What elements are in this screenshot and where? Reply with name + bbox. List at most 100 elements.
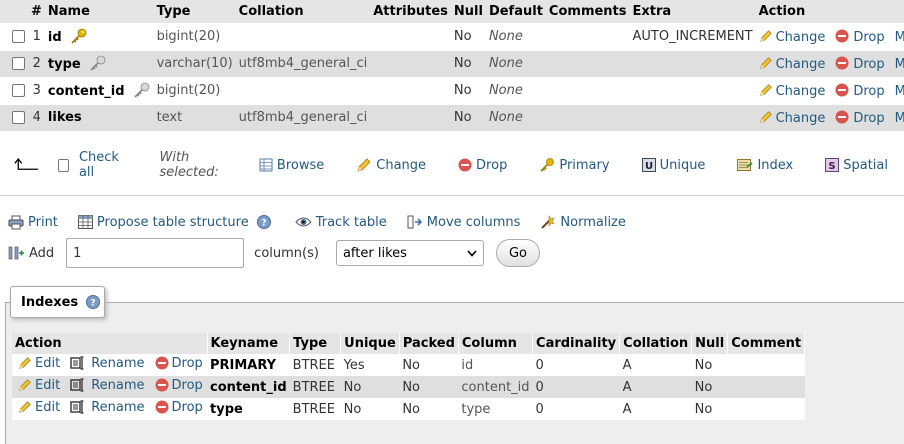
idx-header-comment: Comment: [727, 333, 806, 354]
svg-text:?: ?: [261, 219, 266, 229]
bulk-change-button[interactable]: Change: [356, 157, 426, 173]
idx-header-collation: Collation: [619, 333, 693, 354]
indexes-header-row: Action Keyname Type Unique Packed Column…: [12, 333, 806, 354]
more-button[interactable]: More: [895, 30, 904, 45]
more-button[interactable]: More: [895, 111, 904, 126]
header-default[interactable]: Default: [485, 0, 546, 24]
bulk-spatial-button[interactable]: S Spatial: [825, 158, 888, 173]
index-rename-button[interactable]: Rename: [70, 378, 145, 393]
drop-button[interactable]: Drop: [835, 110, 885, 126]
structure-table: # Name Type Collation Attributes Null De…: [0, 0, 904, 131]
column-position-select[interactable]: after likes: [335, 240, 484, 266]
drop-icon: [835, 29, 849, 42]
column-name: content_id: [47, 84, 125, 99]
change-button[interactable]: Change: [759, 30, 825, 45]
header-extra[interactable]: Extra: [629, 0, 756, 24]
change-button[interactable]: Change: [759, 111, 825, 126]
bulk-index-button[interactable]: Index: [737, 158, 793, 173]
column-type: text: [153, 103, 236, 131]
svg-text:?: ?: [91, 299, 96, 309]
change-button[interactable]: Change: [759, 57, 825, 72]
header-name[interactable]: Name: [44, 0, 154, 24]
header-attributes[interactable]: Attributes: [370, 0, 451, 24]
index-edit-button[interactable]: Edit: [18, 356, 60, 371]
go-button[interactable]: Go: [495, 239, 540, 267]
drop-icon: [835, 110, 849, 124]
index-drop-button[interactable]: Drop: [155, 378, 203, 393]
track-table-label: Track table: [315, 214, 387, 230]
print-link[interactable]: Print: [8, 215, 58, 230]
structure-row: 1 id bigint(20) No None AUTO_INCREMENT Change D…: [0, 22, 904, 50]
index-edit-label: Edit: [35, 377, 61, 393]
header-comments[interactable]: Comments: [545, 0, 630, 24]
more-button[interactable]: More: [895, 57, 904, 72]
propose-structure-label: Propose table structure: [96, 214, 249, 230]
propose-structure-link[interactable]: Propose table structure ?: [77, 214, 275, 230]
rename-icon: [70, 378, 84, 392]
bulk-unique-button[interactable]: U Unique: [641, 158, 705, 173]
row-checkbox[interactable]: [12, 30, 25, 43]
check-all-checkbox[interactable]: [57, 158, 69, 172]
column-name: id: [47, 30, 62, 45]
change-button[interactable]: Change: [759, 83, 825, 99]
index-packed: No: [399, 354, 459, 376]
index-edit-button[interactable]: Edit: [18, 400, 60, 415]
index-drop-button[interactable]: Drop: [155, 400, 203, 415]
idx-header-cardinality: Cardinality: [532, 333, 621, 354]
header-null[interactable]: Null: [450, 0, 486, 24]
more-button[interactable]: More: [895, 84, 904, 99]
header-type[interactable]: Type: [153, 0, 236, 24]
index-edit-button[interactable]: Edit: [18, 378, 60, 393]
bulk-index-label: Index: [757, 157, 794, 173]
row-actions: Change Drop More: [755, 22, 904, 50]
row-checkbox[interactable]: [12, 84, 25, 97]
drop-label: Drop: [853, 83, 885, 99]
pencil-icon: [357, 158, 371, 172]
column-collation: utf8mb4_general_ci: [235, 49, 371, 77]
index-key-icon: [133, 82, 149, 98]
index-keyname: content_id: [207, 376, 290, 398]
index-rename-button[interactable]: Rename: [70, 355, 145, 371]
pencil-icon: [759, 83, 772, 96]
arrow-left-up-icon: [14, 158, 38, 170]
row-checkbox-cell: [0, 76, 28, 104]
index-column: id: [458, 354, 533, 376]
idx-header-column: Column: [458, 333, 534, 354]
drop-button[interactable]: Drop: [835, 83, 885, 99]
row-checkbox[interactable]: [12, 57, 25, 70]
help-icon[interactable]: ?: [86, 295, 101, 309]
drop-icon: [155, 356, 169, 370]
header-num[interactable]: #: [28, 0, 45, 24]
column-name-cell: type: [44, 49, 154, 77]
drop-label: Drop: [853, 110, 885, 126]
table-tools: Print Propose table structure ? Track ta…: [8, 212, 646, 232]
index-drop-button[interactable]: Drop: [155, 356, 203, 371]
index-rename-label: Rename: [91, 355, 145, 371]
drop-button[interactable]: Drop: [835, 29, 885, 45]
column-extra: [629, 49, 756, 77]
index-packed: No: [399, 376, 459, 398]
table-icon: [77, 215, 93, 229]
bulk-drop-button[interactable]: Drop: [458, 158, 507, 173]
bulk-primary-button[interactable]: Primary: [539, 157, 610, 173]
index-actions: Edit Rename Drop: [12, 398, 207, 420]
column-default: None: [485, 76, 546, 104]
svg-text:U: U: [645, 161, 653, 172]
help-icon[interactable]: ?: [256, 215, 271, 229]
row-checkbox[interactable]: [12, 111, 25, 125]
column-default: None: [485, 103, 546, 131]
check-all-link[interactable]: Check all: [79, 150, 130, 180]
printer-icon: [8, 215, 24, 229]
column-extra: [629, 76, 756, 104]
add-columns-count-input[interactable]: [66, 238, 245, 268]
index-rename-button[interactable]: Rename: [70, 400, 145, 415]
bulk-browse-button[interactable]: Browse: [259, 158, 324, 173]
normalize-link[interactable]: Normalize: [540, 214, 626, 230]
idx-header-null: Null: [691, 333, 729, 354]
move-columns-link[interactable]: Move columns: [407, 215, 520, 230]
track-table-link[interactable]: Track table: [295, 215, 387, 230]
drop-button[interactable]: Drop: [835, 56, 885, 72]
column-collation: [235, 76, 371, 104]
row-num: 3: [28, 76, 45, 104]
header-collation[interactable]: Collation: [235, 0, 371, 24]
